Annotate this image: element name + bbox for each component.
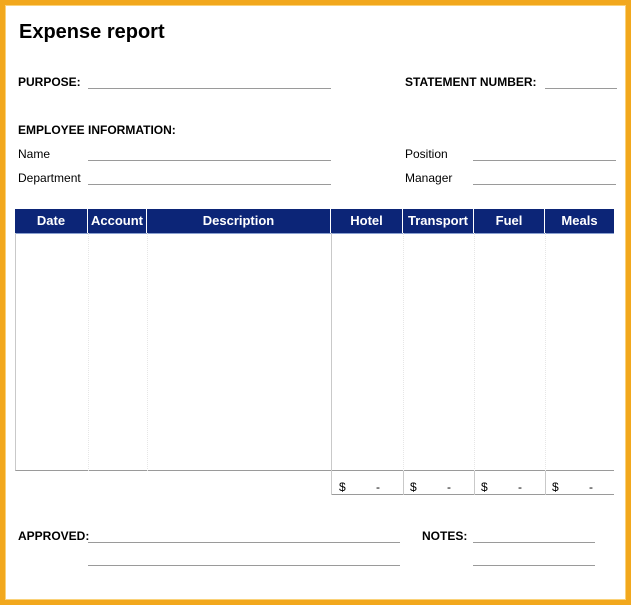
totals-divider (474, 471, 475, 495)
header-description: Description (147, 209, 331, 233)
totals-divider (331, 471, 332, 495)
position-field[interactable] (473, 160, 616, 161)
header-account: Account (88, 209, 147, 233)
transport-total-currency: $ (410, 480, 417, 494)
table-body[interactable] (15, 233, 614, 471)
approved-label: APPROVED: (18, 529, 90, 543)
column-divider (403, 233, 404, 471)
department-label: Department (18, 171, 81, 185)
manager-label: Manager (405, 171, 453, 185)
totals-divider (545, 471, 546, 495)
header-meals: Meals (561, 213, 598, 228)
column-divider (147, 233, 148, 471)
notes-field-line-2[interactable] (473, 565, 595, 566)
meals-total-currency: $ (552, 480, 559, 494)
transport-total-value[interactable]: - (447, 471, 451, 495)
purpose-field[interactable] (88, 88, 331, 89)
meals-total-value[interactable]: - (589, 471, 593, 495)
name-field[interactable] (88, 160, 331, 161)
manager-field[interactable] (473, 184, 616, 185)
hotel-total-value[interactable]: - (376, 471, 380, 495)
statement-number-label: STATEMENT NUMBER: (405, 75, 537, 89)
notes-field-line-1[interactable] (473, 542, 595, 543)
name-label: Name (18, 147, 51, 161)
fuel-total-currency: $ (481, 480, 488, 494)
fuel-total-value[interactable]: - (518, 471, 522, 495)
position-label: Position (405, 147, 448, 161)
column-divider (88, 233, 89, 471)
document-title: Expense report (19, 21, 165, 43)
header-date: Date (15, 209, 88, 233)
statement-number-field[interactable] (545, 88, 617, 89)
employee-info-label: EMPLOYEE INFORMATION: (18, 123, 176, 137)
header-transport: Transport (403, 209, 474, 233)
totals-divider (403, 471, 404, 495)
table-header: Date Account Description Hotel Transport… (15, 209, 614, 234)
column-divider (474, 233, 475, 471)
column-divider (331, 233, 332, 471)
hotel-total-currency: $ (339, 480, 346, 494)
purpose-label: PURPOSE: (18, 75, 81, 89)
approved-field-line-1[interactable] (88, 542, 400, 543)
department-field[interactable] (88, 184, 331, 185)
totals-row (331, 471, 614, 495)
approved-field-line-2[interactable] (88, 565, 400, 566)
header-fuel: Fuel (474, 209, 545, 233)
column-divider (545, 233, 546, 471)
notes-label: NOTES: (422, 529, 468, 543)
header-hotel: Hotel (331, 209, 403, 233)
